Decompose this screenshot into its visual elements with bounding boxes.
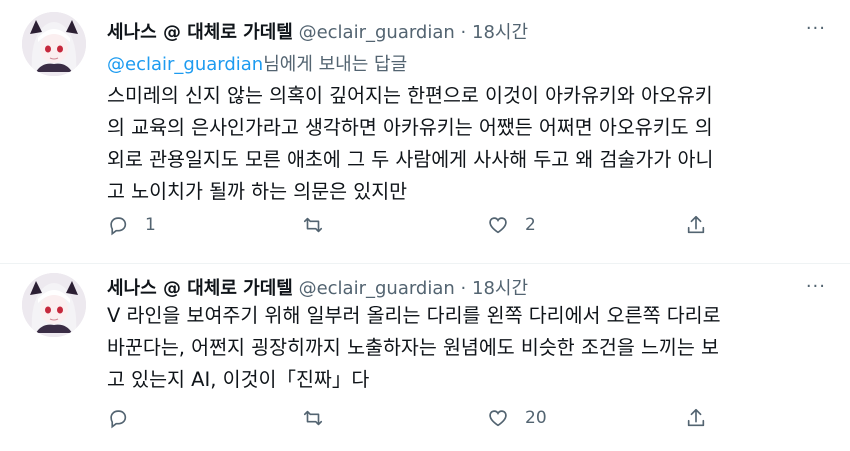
separator-dot: · bbox=[460, 22, 467, 43]
tweet[interactable]: 세나스 @ 대체로 가데텔 @eclair_guardian · 18시간 ··… bbox=[0, 0, 850, 264]
tweet-actions: 1 2 bbox=[107, 210, 727, 240]
timestamp[interactable]: 18시간 bbox=[472, 22, 528, 43]
speech-bubble-icon bbox=[110, 410, 127, 429]
mention-link[interactable]: @eclair_guardian bbox=[107, 54, 263, 75]
like-count: 2 bbox=[525, 215, 536, 235]
like-button[interactable]: 2 bbox=[487, 210, 536, 240]
author-name[interactable]: 세나스 @ 대체로 가데텔 bbox=[107, 278, 293, 299]
reply-button[interactable] bbox=[107, 403, 145, 433]
heart-icon bbox=[489, 410, 507, 427]
more-options-icon[interactable]: ··· bbox=[806, 276, 826, 297]
reply-button[interactable]: 1 bbox=[107, 210, 156, 240]
retweet-button[interactable] bbox=[302, 403, 340, 433]
share-icon bbox=[687, 215, 705, 234]
author-handle[interactable]: @eclair_guardian bbox=[299, 22, 455, 43]
avatar[interactable] bbox=[22, 273, 86, 337]
replying-to: @eclair_guardian님에게 보내는 답글 bbox=[107, 50, 407, 76]
separator-dot: · bbox=[460, 278, 467, 299]
speech-bubble-icon bbox=[110, 217, 127, 236]
retweet-button[interactable] bbox=[302, 210, 340, 240]
author-handle[interactable]: @eclair_guardian bbox=[299, 278, 455, 299]
share-button[interactable] bbox=[685, 210, 707, 240]
replying-suffix: 님에게 보내는 답글 bbox=[263, 54, 408, 75]
tweet-header: 세나스 @ 대체로 가데텔 @eclair_guardian · 18시간 bbox=[107, 18, 528, 44]
tweet-text: 스미레의 신지 않는 의혹이 깊어지는 한편으로 이것이 아카유키와 아오유키 … bbox=[107, 84, 714, 203]
author-name[interactable]: 세나스 @ 대체로 가데텔 bbox=[107, 22, 293, 43]
tweet-actions: 20 bbox=[107, 403, 727, 433]
like-button[interactable]: 20 bbox=[487, 403, 547, 433]
more-options-icon[interactable]: ··· bbox=[806, 18, 826, 39]
retweet-icon bbox=[303, 217, 323, 233]
heart-icon bbox=[489, 217, 507, 234]
share-button[interactable] bbox=[685, 403, 707, 433]
reply-count: 1 bbox=[145, 215, 156, 235]
tweet-text: V 라인을 보여주기 위해 일부러 올리는 다리를 왼쪽 다리에서 오른쪽 다리… bbox=[107, 304, 721, 391]
retweet-icon bbox=[303, 410, 323, 426]
timestamp[interactable]: 18시간 bbox=[472, 278, 528, 299]
avatar[interactable] bbox=[22, 12, 86, 76]
like-count: 20 bbox=[525, 408, 547, 428]
tweet[interactable]: 세나스 @ 대체로 가데텔 @eclair_guardian · 18시간 ··… bbox=[0, 264, 850, 451]
share-icon bbox=[687, 408, 705, 427]
tweet-header: 세나스 @ 대체로 가데텔 @eclair_guardian · 18시간 bbox=[107, 274, 528, 300]
